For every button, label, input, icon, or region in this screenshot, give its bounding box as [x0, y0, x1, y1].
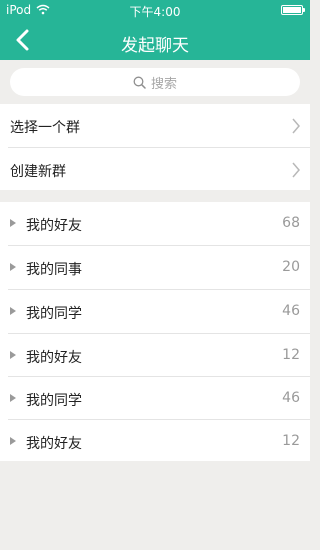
- friend-group-row[interactable]: 我的好友 12: [0, 334, 310, 377]
- friend-group-label: 我的好友: [26, 350, 82, 366]
- triangle-right-icon: [10, 351, 16, 359]
- select-group-label: 选择一个群: [10, 120, 80, 136]
- friend-group-label: 我的同学: [26, 306, 82, 322]
- friend-group-count: 12: [282, 347, 300, 363]
- search-placeholder: 搜索: [150, 76, 177, 92]
- friend-group-count: 68: [282, 215, 300, 231]
- friend-group-label: 我的同学: [26, 393, 82, 409]
- group-options: 选择一个群 创建新群: [0, 104, 310, 190]
- friend-group-label: 我的好友: [26, 436, 82, 452]
- triangle-right-icon: [10, 394, 16, 402]
- triangle-right-icon: [10, 437, 16, 445]
- friend-group-row[interactable]: 我的好友 12: [0, 420, 310, 463]
- search-area: 搜索: [0, 60, 310, 104]
- friend-group-row[interactable]: 我的同事 20: [0, 246, 310, 289]
- chevron-right-icon: [292, 118, 300, 134]
- search-input[interactable]: 搜索: [10, 68, 300, 96]
- status-time: 下午4:00: [129, 5, 181, 19]
- search-icon: [133, 76, 146, 89]
- friend-group-row[interactable]: 我的同学 46: [0, 377, 310, 420]
- triangle-right-icon: [10, 307, 16, 315]
- chevron-right-icon: [292, 162, 300, 178]
- friend-group-list: 我的好友 68 我的同事 20 我的同学 46 我的好友 12 我的同学 46 …: [0, 202, 310, 461]
- friend-group-label: 我的同事: [26, 262, 82, 278]
- friend-group-label: 我的好友: [26, 218, 82, 234]
- friend-group-count: 12: [282, 433, 300, 449]
- friend-group-count: 46: [282, 390, 300, 406]
- create-group-label: 创建新群: [10, 164, 66, 180]
- navigation-bar: iPod 下午4:00 发起聊天: [0, 0, 310, 60]
- friend-group-row[interactable]: 我的同学 46: [0, 290, 310, 333]
- triangle-right-icon: [10, 219, 16, 227]
- status-bar: iPod 下午4:00: [0, 0, 310, 20]
- page-title: 发起聊天: [121, 36, 189, 56]
- select-group-item[interactable]: 选择一个群: [0, 104, 310, 147]
- battery-icon: [281, 5, 305, 15]
- triangle-right-icon: [10, 263, 16, 271]
- friend-group-count: 20: [282, 259, 300, 275]
- create-group-item[interactable]: 创建新群: [0, 148, 310, 191]
- friend-group-count: 46: [282, 303, 300, 319]
- friend-group-row[interactable]: 我的好友 68: [0, 202, 310, 245]
